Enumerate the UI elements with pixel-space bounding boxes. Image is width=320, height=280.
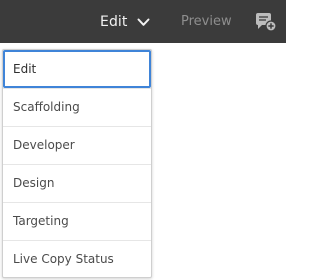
menu-item-edit[interactable]: Edit: [3, 50, 151, 88]
comment-add-icon[interactable]: [255, 12, 277, 32]
top-toolbar: Edit Preview: [0, 0, 286, 43]
chevron-down-icon: [137, 18, 150, 26]
menu-item-targeting[interactable]: Targeting: [3, 202, 151, 240]
mode-dropdown-menu: Edit Scaffolding Developer Design Target…: [2, 49, 152, 278]
menu-item-live-copy-status[interactable]: Live Copy Status: [3, 240, 151, 278]
mode-label: Edit: [100, 14, 128, 30]
mode-dropdown-toggle[interactable]: Edit: [100, 8, 150, 36]
menu-item-developer[interactable]: Developer: [3, 126, 151, 164]
preview-button[interactable]: Preview: [181, 8, 232, 36]
menu-item-design[interactable]: Design: [3, 164, 151, 202]
menu-item-scaffolding[interactable]: Scaffolding: [3, 88, 151, 126]
